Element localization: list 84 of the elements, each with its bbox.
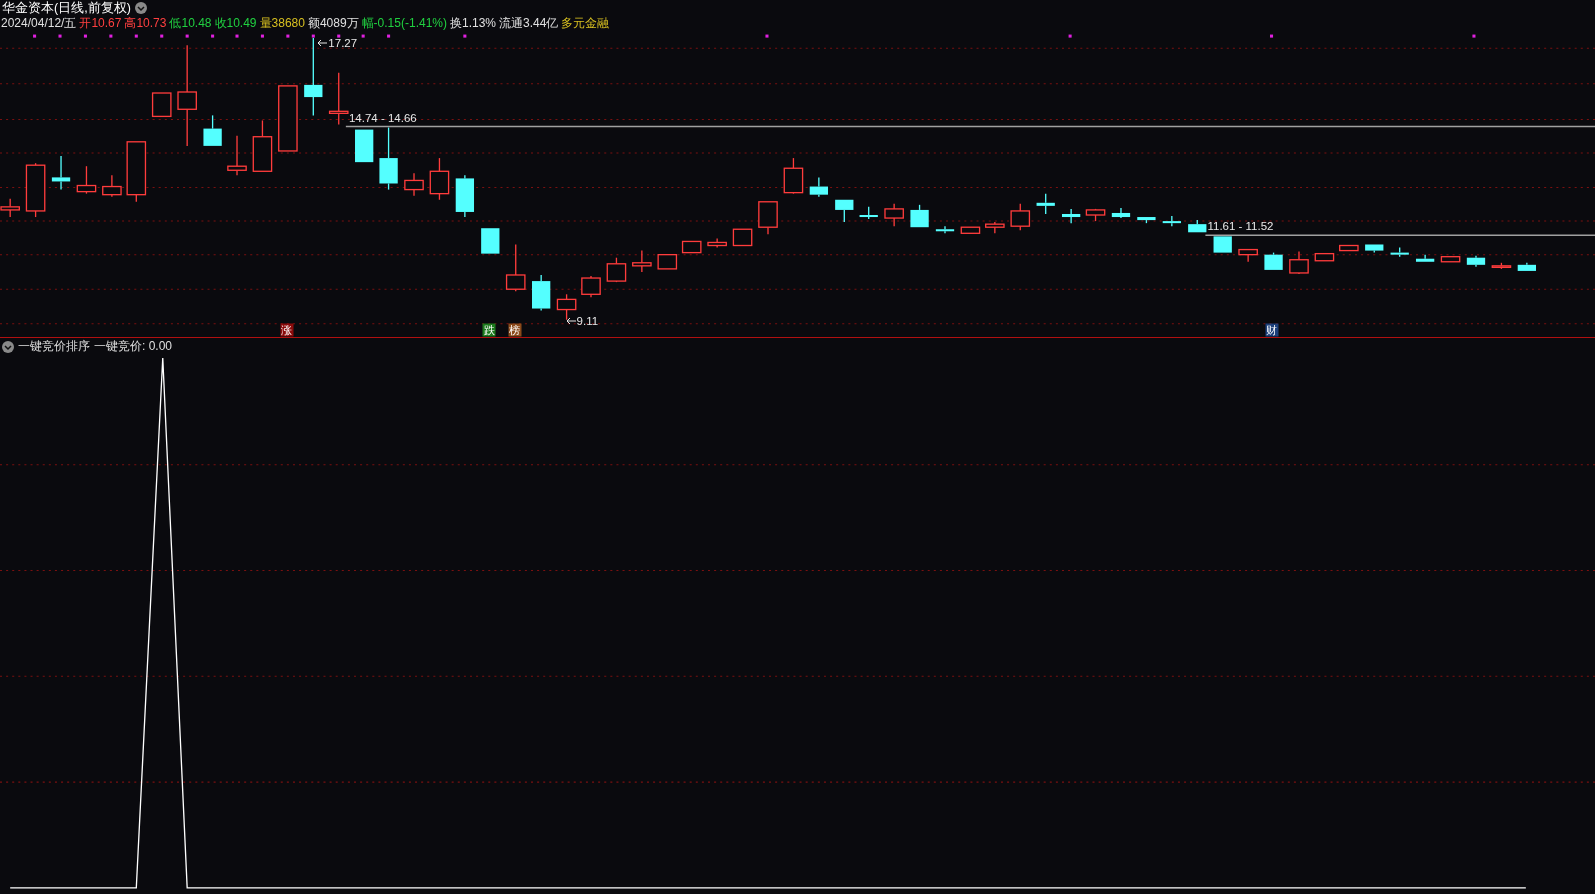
candle: [581, 275, 601, 298]
candle: [783, 157, 804, 195]
candle: [606, 257, 627, 283]
quote-field: 2024/04/12/五: [1, 15, 77, 32]
candle: [1010, 203, 1031, 231]
quote-field: 流通3.44亿: [499, 15, 559, 32]
candle: [960, 226, 981, 234]
event-badge[interactable]: 跌: [482, 323, 496, 337]
candle: [1264, 251, 1283, 271]
candle: [1162, 215, 1181, 227]
candle: [1339, 244, 1359, 252]
candle: [681, 240, 702, 254]
quote-field: 收10.49: [214, 15, 257, 32]
candle: [835, 199, 854, 223]
quote-field: 幅-0.15(-1.41%): [361, 15, 447, 32]
candle: [1415, 254, 1435, 263]
candle: [935, 225, 955, 234]
candle: [1085, 208, 1106, 222]
candle: [404, 172, 424, 197]
event-badge[interactable]: 榜: [508, 323, 522, 337]
candle: [76, 165, 97, 195]
candle: [328, 72, 349, 126]
candle: [1238, 248, 1258, 263]
candle: [859, 206, 878, 220]
quote-field: 开10.67: [79, 15, 122, 32]
indicator-name: 一键竞价排序: [18, 338, 90, 355]
candle: [632, 249, 652, 273]
candle: [732, 228, 753, 247]
candle: [1036, 193, 1055, 215]
candle: [1289, 250, 1309, 275]
price-label: 14.74 - 14.66: [348, 112, 417, 125]
candle: [884, 203, 904, 227]
dropdown-icon[interactable]: [2, 340, 14, 353]
candle: [657, 254, 678, 270]
candle: [1213, 235, 1232, 254]
dropdown-icon[interactable]: [134, 2, 147, 14]
quote-field: 换1.13%: [450, 15, 496, 32]
quote-field: 多元金融: [561, 15, 610, 32]
candle: [707, 237, 727, 249]
candle: [1466, 255, 1486, 268]
candle: [809, 176, 828, 198]
candle: [1314, 253, 1335, 262]
candle: [429, 157, 450, 201]
candle: [278, 85, 298, 152]
candle: [1137, 216, 1156, 224]
price-label: 9.11: [576, 314, 599, 327]
candle: [1188, 219, 1207, 233]
candle: [455, 174, 474, 218]
candle: [227, 135, 247, 176]
indicator-reading: 一键竞价: 0.00: [94, 338, 173, 355]
candle: [102, 174, 122, 198]
quote-field: 高10.73: [124, 15, 167, 32]
candle: [481, 227, 500, 255]
candle: [1517, 262, 1536, 272]
candle: [1365, 243, 1384, 254]
quote-field: 低10.48: [169, 15, 212, 32]
candle: [556, 293, 577, 321]
candle: [51, 155, 71, 191]
candle: [203, 114, 222, 147]
candle: [355, 128, 374, 163]
candle: [1491, 262, 1512, 270]
quote-field: 量38680: [259, 15, 305, 32]
candle: [252, 119, 273, 172]
candle: [505, 243, 526, 292]
arrow-icon: [317, 39, 328, 48]
candle: [1390, 246, 1409, 258]
candle: [985, 221, 1005, 234]
candle: [910, 204, 929, 228]
price-label: 11.61 - 11.52: [1207, 220, 1274, 233]
quote-field: 额4089万: [307, 15, 359, 32]
candle: [151, 92, 172, 118]
event-badge[interactable]: 涨: [280, 323, 294, 337]
arrow-icon: [565, 316, 576, 325]
candle: [126, 141, 147, 203]
candle: [1440, 256, 1461, 263]
candle: [1111, 207, 1131, 219]
candle: [758, 201, 778, 235]
candle: [532, 274, 551, 312]
stock-title: 华金资本(日线,前复权): [2, 0, 131, 17]
candle: [25, 162, 46, 218]
price-label: 17.27: [328, 37, 358, 50]
candle: [379, 126, 398, 191]
event-badge[interactable]: 财: [1265, 323, 1278, 337]
candle: [1062, 208, 1081, 224]
